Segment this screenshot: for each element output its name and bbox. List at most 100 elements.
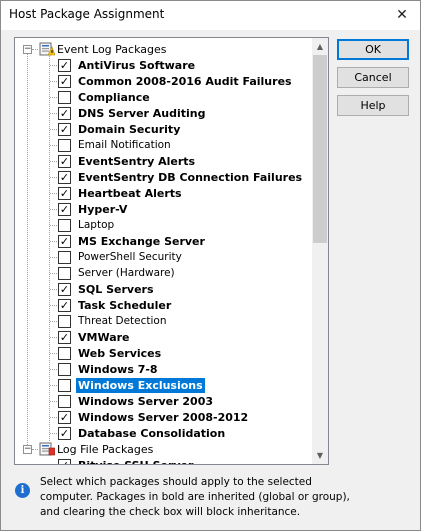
scroll-thumb[interactable]: [313, 55, 327, 243]
tree-item-row[interactable]: ✓ Common 2008-2016 Audit Failures: [15, 73, 312, 89]
checked-checkbox[interactable]: ✓: [58, 123, 71, 136]
checked-checkbox[interactable]: ✓: [58, 75, 71, 88]
tree-item-label[interactable]: AntiVirus Software: [76, 58, 197, 73]
tree-item-row[interactable]: ✓ Domain Security: [15, 121, 312, 137]
tree-item-label[interactable]: EventSentry Alerts: [76, 154, 197, 169]
tree-item-label[interactable]: Database Consolidation: [76, 426, 227, 441]
checked-checkbox[interactable]: ✓: [58, 459, 71, 464]
checked-checkbox[interactable]: ✓: [58, 171, 71, 184]
tree-item-label[interactable]: Web Services: [76, 346, 163, 361]
checked-checkbox[interactable]: ✓: [58, 107, 71, 120]
tree-item-row[interactable]: ✓ DNS Server Auditing: [15, 105, 312, 121]
tree-item-row[interactable]: Laptop: [15, 217, 312, 233]
tree-item-label[interactable]: VMWare: [76, 330, 132, 345]
tree-item-row[interactable]: PowerShell Security: [15, 249, 312, 265]
package-tree[interactable]: − Event Log Packages ✓ AntiVirus Software ✓ C…: [14, 37, 329, 465]
tree-item-row[interactable]: ✓ Task Scheduler: [15, 297, 312, 313]
tree-item-label[interactable]: MS Exchange Server: [76, 234, 207, 249]
tree-line: [50, 353, 57, 354]
help-button[interactable]: Help: [337, 95, 409, 116]
tree-item-label[interactable]: Bitvise SSH Server: [76, 458, 195, 464]
tree-line: [50, 145, 57, 146]
tree-item-label[interactable]: Server (Hardware): [76, 266, 177, 281]
tree-item-row[interactable]: ✓ VMWare: [15, 329, 312, 345]
tree-item-row[interactable]: ✓ AntiVirus Software: [15, 57, 312, 73]
tree-item-label[interactable]: SQL Servers: [76, 282, 156, 297]
tree-group-row[interactable]: − Log File Packages: [15, 441, 312, 457]
tree-line: [50, 337, 57, 338]
tree-item-label[interactable]: Common 2008-2016 Audit Failures: [76, 74, 294, 89]
tree-item-row[interactable]: ✓ SQL Servers: [15, 281, 312, 297]
checked-checkbox[interactable]: ✓: [58, 59, 71, 72]
tree-item-row[interactable]: ✓ EventSentry DB Connection Failures: [15, 169, 312, 185]
tree-line: [50, 321, 57, 322]
tree-item-label[interactable]: Compliance: [76, 90, 152, 105]
checked-checkbox[interactable]: ✓: [58, 235, 71, 248]
unchecked-checkbox[interactable]: [58, 251, 71, 264]
scroll-up-icon[interactable]: ▲: [312, 38, 328, 55]
tree-line: [50, 385, 57, 386]
checked-checkbox[interactable]: ✓: [58, 331, 71, 344]
checked-checkbox[interactable]: ✓: [58, 427, 71, 440]
checked-checkbox[interactable]: ✓: [58, 411, 71, 424]
tree-item-row[interactable]: Web Services: [15, 345, 312, 361]
collapse-icon[interactable]: −: [23, 45, 32, 54]
tree-line: [50, 113, 57, 114]
tree-item-label[interactable]: PowerShell Security: [76, 250, 184, 265]
unchecked-checkbox[interactable]: [58, 139, 71, 152]
tree-item-row[interactable]: ✓ Windows Server 2008-2012: [15, 409, 312, 425]
tree-item-row[interactable]: Compliance: [15, 89, 312, 105]
tree-item-label[interactable]: Heartbeat Alerts: [76, 186, 184, 201]
tree-item-row[interactable]: Server (Hardware): [15, 265, 312, 281]
vertical-scrollbar[interactable]: ▲ ▼: [312, 38, 328, 464]
tree-item-row[interactable]: Windows Exclusions: [15, 377, 312, 393]
tree-line: [50, 433, 57, 434]
tree-item-row[interactable]: ✓ Database Consolidation: [15, 425, 312, 441]
tree-item-label[interactable]: EventSentry DB Connection Failures: [76, 170, 304, 185]
tree-line: [50, 257, 57, 258]
tree-item-label[interactable]: Windows 7-8: [76, 362, 160, 377]
tree-item-row-partial[interactable]: ✓ Bitvise SSH Server: [15, 457, 312, 464]
tree-item-label[interactable]: Domain Security: [76, 122, 182, 137]
info-text: Select which packages should apply to th…: [40, 475, 350, 520]
close-icon[interactable]: ✕: [392, 5, 412, 25]
tree-item-row[interactable]: ✓ MS Exchange Server: [15, 233, 312, 249]
cancel-button[interactable]: Cancel: [337, 67, 409, 88]
unchecked-checkbox[interactable]: [58, 315, 71, 328]
tree-item-label[interactable]: Hyper-V: [76, 202, 129, 217]
unchecked-checkbox[interactable]: [58, 91, 71, 104]
tree-item-row[interactable]: ✓ EventSentry Alerts: [15, 153, 312, 169]
tree-line: [50, 161, 57, 162]
collapse-icon[interactable]: −: [23, 445, 32, 454]
tree-item-row[interactable]: Windows Server 2003: [15, 393, 312, 409]
unchecked-checkbox[interactable]: [58, 347, 71, 360]
unchecked-checkbox[interactable]: [58, 267, 71, 280]
unchecked-checkbox[interactable]: [58, 395, 71, 408]
unchecked-checkbox[interactable]: [58, 363, 71, 376]
tree-item-label[interactable]: Windows Exclusions: [76, 378, 205, 393]
tree-item-label[interactable]: Email Notification: [76, 138, 173, 153]
unchecked-checkbox[interactable]: [58, 379, 71, 392]
tree-item-label[interactable]: DNS Server Auditing: [76, 106, 208, 121]
tree-item-label[interactable]: Task Scheduler: [76, 298, 173, 313]
tree-item-row[interactable]: ✓ Heartbeat Alerts: [15, 185, 312, 201]
tree-item-row[interactable]: Email Notification: [15, 137, 312, 153]
tree-item-label[interactable]: Windows Server 2008-2012: [76, 410, 250, 425]
scroll-down-icon[interactable]: ▼: [312, 447, 328, 464]
tree-group-row[interactable]: − Event Log Packages: [15, 41, 312, 57]
tree-item-row[interactable]: Windows 7-8: [15, 361, 312, 377]
tree-item-label[interactable]: Threat Detection: [76, 314, 169, 329]
checked-checkbox[interactable]: ✓: [58, 299, 71, 312]
tree-item-label[interactable]: Windows Server 2003: [76, 394, 215, 409]
checked-checkbox[interactable]: ✓: [58, 187, 71, 200]
checked-checkbox[interactable]: ✓: [58, 283, 71, 296]
tree-item-row[interactable]: Threat Detection: [15, 313, 312, 329]
checked-checkbox[interactable]: ✓: [58, 155, 71, 168]
unchecked-checkbox[interactable]: [58, 219, 71, 232]
ok-button[interactable]: OK: [337, 39, 409, 60]
tree-line: [50, 305, 57, 306]
tree-item-label[interactable]: Laptop: [76, 218, 116, 233]
tree-item-row[interactable]: ✓ Hyper-V: [15, 201, 312, 217]
tree-line: [50, 65, 57, 66]
checked-checkbox[interactable]: ✓: [58, 203, 71, 216]
